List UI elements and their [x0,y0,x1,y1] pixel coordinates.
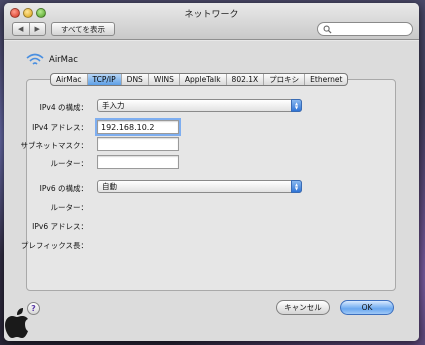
tab-appletalk[interactable]: AppleTalk [180,74,227,85]
cancel-button[interactable]: キャンセル [276,300,330,315]
ipv4-address-label: IPv4 アドレス： [32,123,88,132]
prefix-length-label: プレフィックス長： [20,241,88,250]
tab-tcpip[interactable]: TCP/IP [87,74,122,85]
back-forward-group: ◀ ▶ [12,22,46,36]
ok-button[interactable]: OK [340,300,394,315]
ipv6-configure-value: 自動 [102,182,117,191]
ipv4-configure-label: IPv4 の構成： [39,103,88,112]
titlebar: ネットワーク ◀ ▶ すべてを表示 [4,3,419,40]
ipv4-configure-value: 手入力 [102,101,125,110]
tab-bar: AirMac TCP/IP DNS WINS AppleTalk 802.1X … [50,73,349,86]
popup-arrows-icon: ▲ ▼ [291,180,302,193]
tab-dns[interactable]: DNS [122,74,149,85]
search-field[interactable] [317,22,413,36]
popup-arrows-icon: ▲ ▼ [291,99,302,112]
tab-8021x[interactable]: 802.1X [227,74,265,85]
ipv6-router-label: ルーター： [50,203,89,212]
ipv4-address-field[interactable]: 192.168.10.2 [95,118,181,136]
subnet-mask-label: サブネットマスク： [20,141,89,150]
tab-wins[interactable]: WINS [149,74,180,85]
window-title: ネットワーク [184,10,239,20]
tab-airmac[interactable]: AirMac [51,74,88,85]
ipv4-router-field[interactable] [97,155,179,169]
network-sheet-window: ネットワーク ◀ ▶ すべてを表示 AirMac IPv4 の構成： 手入力 ▲… [4,3,419,341]
airmac-wifi-icon [26,53,44,65]
tab-proxy[interactable]: プロキシ [264,74,306,85]
sheet-content: AirMac IPv4 の構成： 手入力 ▲ ▼ IPv4 アドレス： 192.1… [4,41,419,341]
forward-arrow-icon[interactable]: ▶ [28,23,46,35]
ipv6-address-label: IPv6 アドレス： [32,222,88,231]
ipv6-configure-popup[interactable]: 自動 ▲ ▼ [97,180,302,193]
show-all-button[interactable]: すべてを表示 [51,22,115,36]
ipv4-router-label: ルーター： [50,159,89,168]
apple-logo-icon [5,308,28,338]
ipv4-configure-popup[interactable]: 手入力 ▲ ▼ [97,99,302,112]
subnet-mask-field[interactable] [97,137,179,151]
service-title: AirMac [49,55,78,65]
ipv6-configure-label: IPv6 の構成： [39,184,88,193]
back-arrow-icon[interactable]: ◀ [13,23,29,35]
search-icon [323,25,332,34]
settings-panel: IPv4 の構成： 手入力 ▲ ▼ IPv4 アドレス： 192.168.10.2… [21,79,396,291]
tab-ethernet[interactable]: Ethernet [305,74,347,85]
